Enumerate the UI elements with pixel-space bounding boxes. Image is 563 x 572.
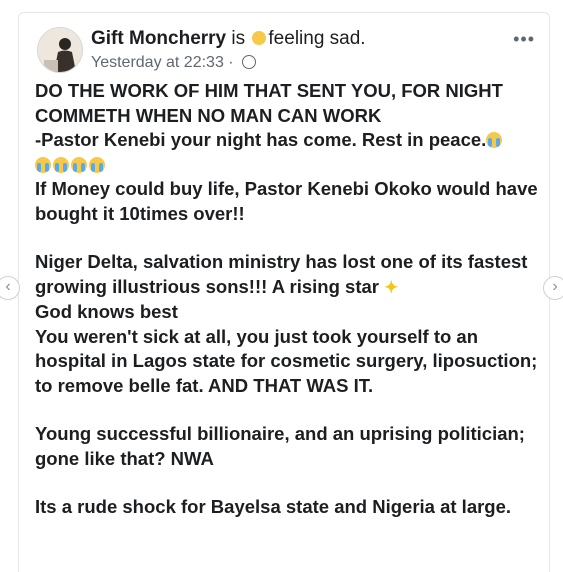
post-line-1: DO THE WORK OF HIM THAT SENT YOU, FOR NI… (35, 80, 503, 126)
post-card: Gift Moncherry is feeling sad. Yesterday… (18, 12, 550, 572)
post-line-6: You weren't sick at all, you just took y… (35, 325, 538, 396)
post-body: DO THE WORK OF HIM THAT SENT YOU, FOR NI… (35, 79, 545, 520)
post-line-2: -Pastor Kenebi your night has come. Rest… (35, 128, 545, 153)
post-line-4-text: Niger Delta, salvation ministry has lost… (35, 251, 528, 297)
sad-face-icon (252, 31, 267, 45)
crying-face-icon (35, 156, 51, 173)
meta-separator: · (228, 54, 234, 71)
post-meta: Yesterday at 22:33 · (91, 54, 257, 72)
post-line-4: Niger Delta, salvation ministry has lost… (35, 250, 545, 300)
chevron-left-icon[interactable]: ‹ (0, 276, 20, 300)
crying-face-icon (53, 156, 69, 173)
more-options-icon[interactable]: ••• (513, 29, 535, 50)
glowing-star-icon: ✦ (384, 277, 399, 297)
avatar[interactable] (37, 27, 83, 73)
status-prefix: is (226, 28, 251, 49)
emoji-row (35, 153, 545, 178)
post-line-8: Its a rude shock for Bayelsa state and N… (35, 496, 512, 517)
chevron-right-icon[interactable]: › (543, 276, 563, 300)
crying-face-icon (486, 132, 503, 148)
crying-face-icon (71, 156, 87, 173)
post-line-2-text: -Pastor Kenebi your night has come. Rest… (35, 129, 487, 150)
post-line-5: God knows best (35, 301, 178, 322)
post-timestamp[interactable]: Yesterday at 22:33 (91, 54, 224, 71)
crying-face-icon (89, 156, 105, 173)
post-header-title: Gift Moncherry is feeling sad. (91, 28, 366, 50)
feeling-status: feeling sad. (268, 28, 366, 49)
globe-icon (242, 55, 257, 69)
author-name[interactable]: Gift Moncherry (91, 28, 226, 49)
post-line-7: Young successful billionaire, and an upr… (35, 423, 525, 469)
post-line-3: If Money could buy life, Pastor Kenebi O… (35, 178, 538, 224)
